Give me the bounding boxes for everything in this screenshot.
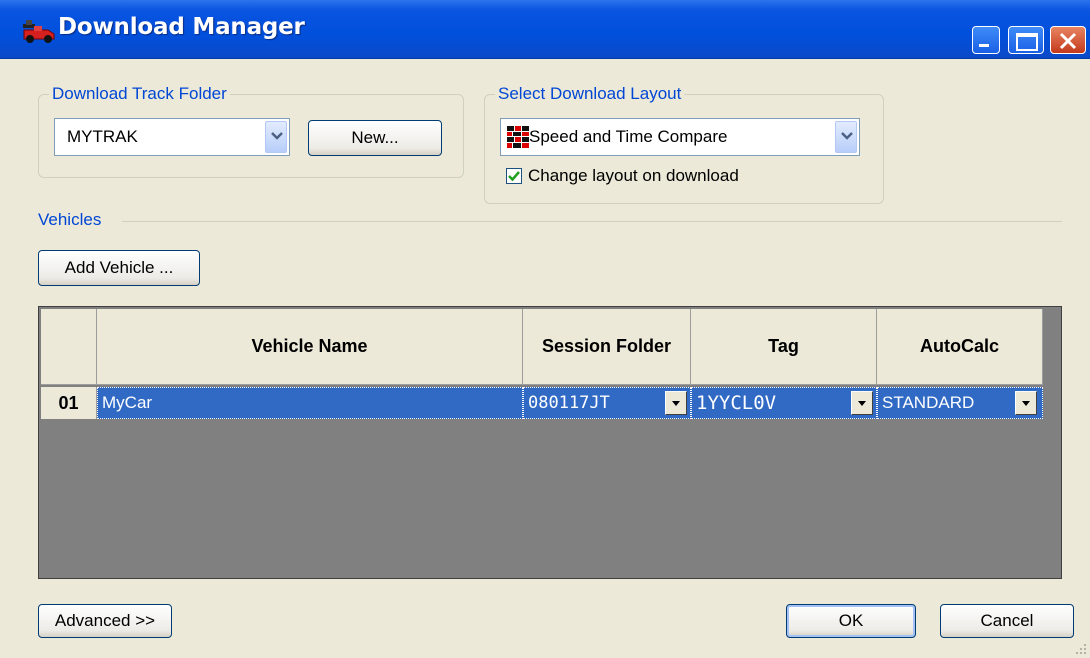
layout-dropdown-button[interactable] xyxy=(835,121,857,153)
checkmark-icon xyxy=(508,171,520,182)
new-folder-button-label: New... xyxy=(351,128,399,147)
ok-button[interactable]: OK xyxy=(786,604,916,638)
download-layout-legend: Select Download Layout xyxy=(498,84,682,103)
close-icon xyxy=(1059,32,1077,50)
session-folder-value: 080117JT xyxy=(528,393,610,413)
vehicles-grid[interactable]: Vehicle Name Session Folder Tag AutoCalc… xyxy=(38,306,1062,579)
grid-corner-header xyxy=(41,309,97,385)
advanced-button[interactable]: Advanced >> xyxy=(38,604,172,638)
autocalc-value: STANDARD xyxy=(882,393,975,412)
session-folder-dropdown-button[interactable] xyxy=(665,391,687,415)
resize-grip-icon[interactable] xyxy=(1074,642,1088,656)
cancel-button[interactable]: Cancel xyxy=(940,604,1074,638)
column-header-session-folder[interactable]: Session Folder xyxy=(523,309,691,385)
title-bar: Download Manager xyxy=(0,0,1090,59)
layout-select[interactable]: Speed and Time Compare xyxy=(500,118,860,156)
track-folder-legend: Download Track Folder xyxy=(52,84,227,103)
autocalc-dropdown-button[interactable] xyxy=(1015,391,1037,415)
tag-cell[interactable]: 1YYCL0V xyxy=(691,387,877,419)
column-header-autocalc[interactable]: AutoCalc xyxy=(877,309,1043,385)
vehicles-divider xyxy=(122,221,1062,222)
caret-down-icon xyxy=(672,401,680,406)
window-title: Download Manager xyxy=(58,14,305,40)
add-vehicle-button-label: Add Vehicle ... xyxy=(64,258,174,277)
close-button[interactable] xyxy=(1050,26,1086,54)
track-folder-dropdown-button[interactable] xyxy=(265,121,287,153)
track-folder-select[interactable]: MYTRAK xyxy=(54,118,290,156)
maximize-button[interactable] xyxy=(1008,26,1044,54)
cancel-button-label: Cancel xyxy=(980,611,1034,630)
chevron-down-icon xyxy=(271,132,283,140)
vehicles-label: Vehicles xyxy=(38,210,102,229)
track-folder-value: MYTRAK xyxy=(67,127,138,146)
add-vehicle-button[interactable]: Add Vehicle ... xyxy=(38,250,200,286)
chevron-down-icon xyxy=(841,132,853,140)
ok-button-label: OK xyxy=(838,611,864,630)
vehicle-name-cell[interactable]: MyCar xyxy=(97,387,523,419)
caret-down-icon xyxy=(858,401,866,406)
advanced-button-label: Advanced >> xyxy=(54,611,156,630)
change-layout-label[interactable]: Change layout on download xyxy=(528,166,739,186)
column-header-tag[interactable]: Tag xyxy=(691,309,877,385)
column-header-vehicle-name[interactable]: Vehicle Name xyxy=(97,309,523,385)
new-folder-button[interactable]: New... xyxy=(308,120,442,156)
tag-dropdown-button[interactable] xyxy=(851,391,873,415)
layout-icon xyxy=(507,126,529,148)
row-number: 01 xyxy=(41,387,97,419)
layout-value: Speed and Time Compare xyxy=(529,127,728,146)
minimize-button[interactable] xyxy=(972,26,1000,54)
tag-value: 1YYCL0V xyxy=(696,392,777,414)
change-layout-checkbox[interactable] xyxy=(506,168,522,184)
caret-down-icon xyxy=(1022,401,1030,406)
race-car-icon xyxy=(23,20,55,43)
